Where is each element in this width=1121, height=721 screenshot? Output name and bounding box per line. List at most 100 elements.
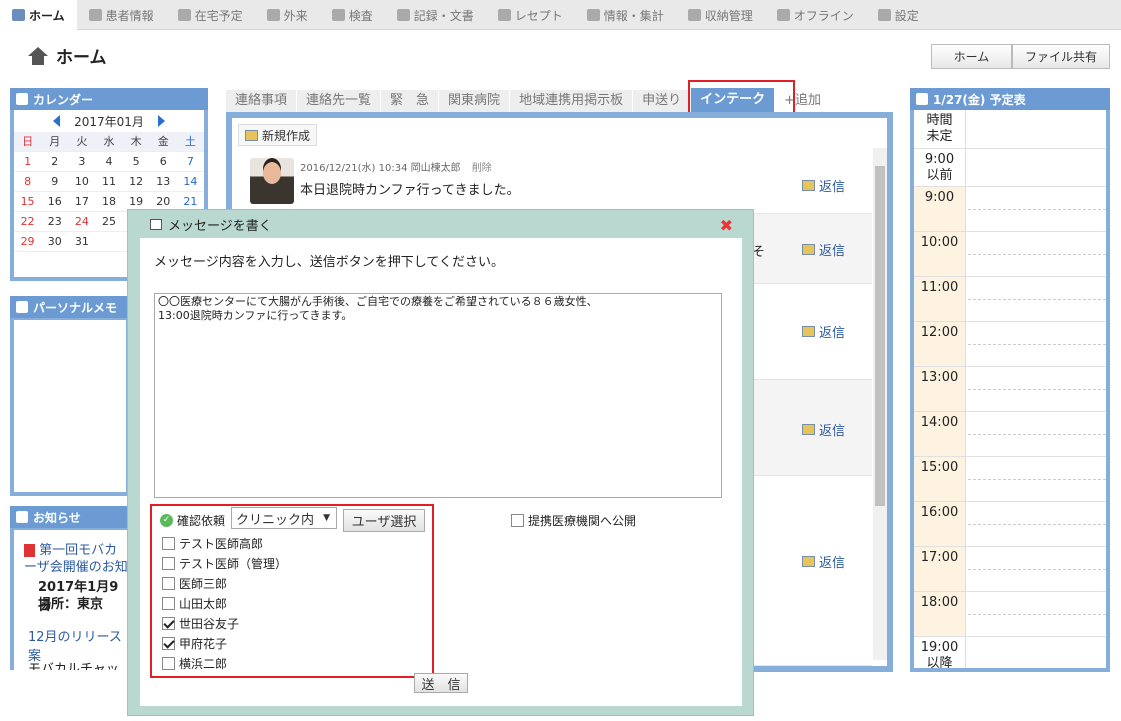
user-checkbox[interactable] — [162, 597, 175, 610]
calendar-day[interactable]: 15 — [14, 192, 42, 212]
user-checkbox[interactable] — [162, 557, 175, 570]
prev-month-icon[interactable] — [53, 115, 61, 127]
calendar-day[interactable]: 16 — [41, 192, 69, 212]
home-button[interactable]: ホーム — [931, 44, 1012, 69]
user-option[interactable]: テスト医師高郎 — [162, 535, 263, 552]
nav-item-5[interactable]: 記録・文書 — [385, 0, 486, 30]
delete-link[interactable]: 削除 — [472, 163, 492, 174]
calendar-day[interactable]: 10 — [68, 172, 96, 192]
user-option[interactable]: 山田太郎 — [162, 595, 227, 612]
close-icon[interactable]: ✖ — [720, 216, 733, 235]
schedule-row[interactable]: 13:00 — [914, 367, 1106, 412]
nav-item-4[interactable]: 検査 — [320, 0, 385, 30]
user-select-button[interactable]: ユーザ選択 — [343, 509, 425, 532]
calendar-day[interactable]: 24 — [68, 212, 96, 232]
calendar-day[interactable]: 8 — [14, 172, 42, 192]
user-option[interactable]: テスト医師（管理） — [162, 555, 287, 572]
user-option[interactable]: 医師三郎 — [162, 575, 227, 592]
tab-5[interactable]: 申送り — [633, 90, 691, 112]
nav-item-8[interactable]: 収納管理 — [676, 0, 765, 30]
user-checkbox[interactable] — [162, 537, 175, 550]
calendar-day[interactable]: 7 — [176, 152, 204, 172]
nav-item-9[interactable]: オフライン — [765, 0, 866, 30]
schedule-row[interactable]: 19:00 以降 — [914, 637, 1106, 668]
notice-link-3[interactable]: モバカルチャット — [28, 658, 130, 670]
schedule-row[interactable]: 12:00 — [914, 322, 1106, 367]
edit-icon — [245, 129, 258, 141]
nav-item-6[interactable]: レセプト — [486, 0, 575, 30]
tab-2[interactable]: 緊 急 — [381, 90, 439, 112]
group-select[interactable]: クリニック内 ▼ — [231, 507, 337, 529]
calendar-day[interactable]: 12 — [122, 172, 150, 192]
schedule-row[interactable]: 11:00 — [914, 277, 1106, 322]
user-name: 甲府花子 — [179, 637, 228, 651]
memo-area[interactable] — [14, 320, 126, 492]
user-option[interactable]: 甲府花子 — [162, 635, 227, 652]
tab-3[interactable]: 関東病院 — [439, 90, 510, 112]
reply-button[interactable]: 返信 — [802, 240, 845, 259]
calendar-day[interactable]: 13 — [149, 172, 177, 192]
user-checkbox[interactable] — [162, 657, 175, 670]
user-checkbox[interactable] — [162, 637, 175, 650]
send-button[interactable]: 送 信 — [414, 673, 468, 693]
nav-item-3[interactable]: 外来 — [255, 0, 320, 30]
half-hour-line — [968, 434, 1106, 435]
nav-item-2[interactable]: 在宅予定 — [166, 0, 255, 30]
schedule-row[interactable]: 15:00 — [914, 457, 1106, 502]
calendar-day[interactable]: 30 — [41, 232, 69, 252]
calendar-day[interactable]: 4 — [95, 152, 123, 172]
user-name: テスト医師高郎 — [179, 537, 264, 551]
calendar-day[interactable]: 6 — [149, 152, 177, 172]
file-share-button[interactable]: ファイル共有 — [1012, 44, 1110, 69]
schedule-row[interactable]: 16:00 — [914, 502, 1106, 547]
personal-memo-panel: パーソナルメモ — [10, 296, 130, 496]
calendar-day[interactable]: 5 — [122, 152, 150, 172]
next-month-icon[interactable] — [157, 115, 165, 127]
notice-header: お知らせ — [10, 506, 130, 528]
calendar-icon — [16, 93, 28, 105]
schedule-row[interactable]: 10:00 — [914, 232, 1106, 277]
reply-button[interactable]: 返信 — [802, 420, 845, 439]
calendar-day[interactable]: 2 — [41, 152, 69, 172]
calendar-day[interactable]: 3 — [68, 152, 96, 172]
scroll-thumb[interactable] — [875, 166, 885, 506]
calendar-day[interactable]: 23 — [41, 212, 69, 232]
tab-4[interactable]: 地域連携用掲示板 — [510, 90, 633, 112]
user-option[interactable]: 横浜二郎 — [162, 655, 227, 672]
tab-0[interactable]: 連絡事項 — [226, 90, 297, 112]
calendar-day[interactable]: 22 — [14, 212, 42, 232]
notice-link-1-cont[interactable]: ーザ会開催のお知 — [24, 560, 128, 575]
nav-item-10[interactable]: 設定 — [866, 0, 931, 30]
notice-link-1[interactable]: 第一回モバカ — [39, 543, 117, 558]
reply-button[interactable]: 返信 — [802, 176, 845, 195]
schedule-row[interactable]: 18:00 — [914, 592, 1106, 637]
schedule-row[interactable]: 9:00 — [914, 187, 1106, 232]
schedule-row[interactable]: 17:00 — [914, 547, 1106, 592]
calendar-day[interactable]: 29 — [14, 232, 42, 252]
calendar-day[interactable]: 25 — [95, 212, 123, 232]
calendar-day[interactable]: 31 — [68, 232, 96, 252]
calendar-day[interactable]: 14 — [176, 172, 204, 192]
public-checkbox[interactable] — [511, 514, 524, 527]
user-checkbox[interactable] — [162, 617, 175, 630]
reply-button[interactable]: 返信 — [802, 322, 845, 341]
user-option[interactable]: 世田谷友子 — [162, 615, 239, 632]
calendar-day[interactable]: 18 — [95, 192, 123, 212]
user-checkbox[interactable] — [162, 577, 175, 590]
calendar-header: カレンダー — [10, 88, 208, 110]
calendar-day[interactable]: 1 — [14, 152, 42, 172]
tab-1[interactable]: 連絡先一覧 — [297, 90, 381, 112]
message-scrollbar[interactable] — [873, 148, 887, 660]
schedule-row[interactable]: 9:00 以前 — [914, 149, 1106, 187]
schedule-row[interactable]: 14:00 — [914, 412, 1106, 457]
schedule-row[interactable]: 時間 未定 — [914, 110, 1106, 149]
nav-item-7[interactable]: 情報・集計 — [575, 0, 676, 30]
message-textarea[interactable]: 〇〇医療センターにて大腸がん手術後、ご自宅での療養をご希望されている８６歳女性、… — [154, 293, 722, 498]
reply-button[interactable]: 返信 — [802, 552, 845, 571]
new-post-button[interactable]: 新規作成 — [238, 124, 318, 146]
calendar-day[interactable]: 11 — [95, 172, 123, 192]
nav-item-0[interactable]: ホーム — [0, 0, 77, 30]
calendar-day[interactable]: 17 — [68, 192, 96, 212]
nav-item-1[interactable]: 患者情報 — [77, 0, 166, 30]
calendar-day[interactable]: 9 — [41, 172, 69, 192]
